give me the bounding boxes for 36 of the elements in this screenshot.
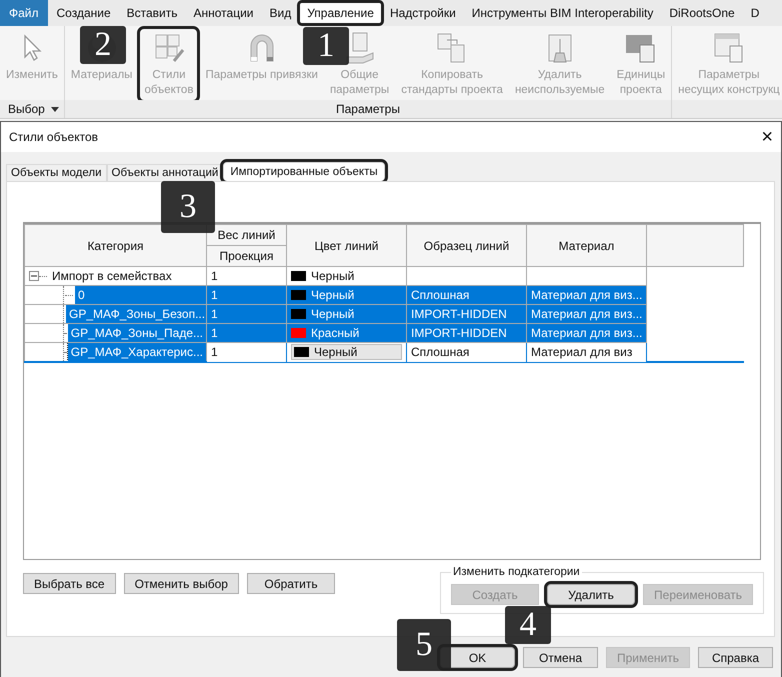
category-name: GP_МАФ_Зоны_Безоп... (66, 306, 206, 322)
dialog-title: Стили объектов (9, 130, 98, 144)
column-header: Цвет линий (286, 224, 406, 266)
column-header: Проекция (206, 246, 286, 266)
table-cell: 1 (211, 307, 218, 321)
table-cell: Сплошная (411, 288, 470, 302)
table-cell: Материал для виз... (531, 307, 642, 321)
table-cell: Сплошная (411, 345, 470, 360)
step-number-tooltip: 2 (80, 26, 126, 64)
table-cell: IMPORT-HIDDEN (411, 307, 507, 321)
category-name: Импорт в семействах (51, 268, 173, 284)
color-name: Черный (311, 307, 354, 321)
color-name: Красный (311, 326, 360, 340)
table-cell: Материал для виз... (531, 288, 642, 302)
step-number-tooltip: 4 (505, 606, 551, 644)
step-number-tooltip: 1 (303, 27, 349, 65)
category-name: GP_МАФ_Характерис... (68, 343, 206, 360)
table-cell: 1 (211, 269, 218, 283)
table-cell: Материал для виз (531, 345, 632, 360)
table-cell: 1 (211, 288, 218, 302)
step-number-tooltip: 5 (397, 619, 451, 671)
table-cell: 1 (211, 326, 218, 340)
table-cell: Материал для виз... (531, 326, 642, 340)
group-title: Изменить подкатегории (452, 566, 581, 578)
category-name: GP_МАФ_Зоны_Паде... (68, 324, 206, 342)
color-name: Черный (311, 269, 354, 283)
column-header: Категория (24, 224, 206, 266)
column-header: Образец линий (406, 224, 526, 266)
table-cell: 1 (211, 345, 218, 360)
column-header: Материал (526, 224, 646, 266)
color-name: Черный (311, 288, 354, 302)
table-cell: IMPORT-HIDDEN (411, 326, 507, 340)
panel-title: Параметры (336, 102, 400, 116)
column-header: Вес линий (206, 224, 286, 246)
step-number-tooltip: 3 (161, 181, 215, 233)
category-name: 0 (75, 286, 206, 304)
